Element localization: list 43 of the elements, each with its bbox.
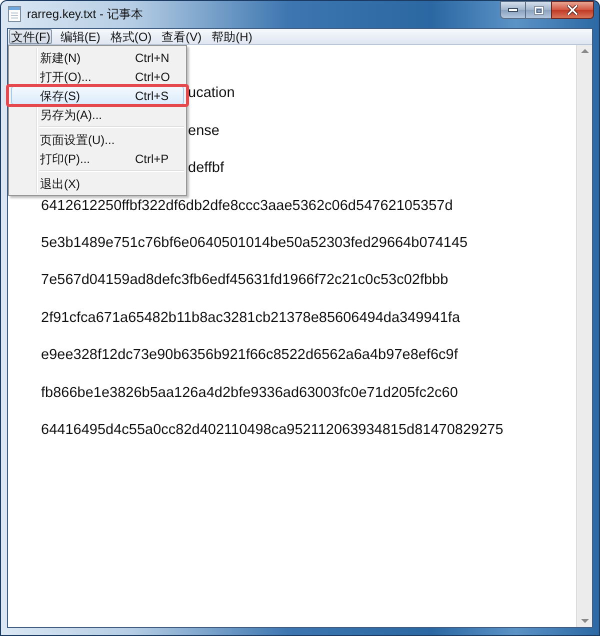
text-line: deffbf <box>188 161 224 176</box>
text-line: e9ee328f12dc73e90b6356b921f66c8522d6562a6a4b97e8ef6c9f <box>41 348 458 363</box>
shortcut-label: Ctrl+N <box>135 50 170 66</box>
close-icon <box>567 5 578 15</box>
shortcut-label: Ctrl+P <box>135 150 169 168</box>
menu-item-label: 打印(P)... <box>40 150 91 168</box>
maximize-button[interactable] <box>526 1 551 19</box>
window-title: rarreg.key.txt - 记事本 <box>27 6 143 23</box>
menu-item[interactable]: 新建(N) Ctrl+N <box>11 48 184 67</box>
vertical-scrollbar[interactable] <box>576 45 592 627</box>
menu-item[interactable]: 另存为(A)... <box>11 105 184 124</box>
notepad-icon <box>8 6 21 22</box>
scroll-down-arrow-icon[interactable] <box>580 619 588 623</box>
maximize-icon <box>534 6 544 14</box>
menu-item-label: 退出(X) <box>40 176 81 192</box>
text-line: 5e3b1489e751c76bf6e0640501014be50a52303fed29664b074145 <box>41 236 468 250</box>
text-line: fb866be1e3826b5aa126a4d2bfe9336ad63003fc0e71d205fc2c60 <box>41 386 458 400</box>
menu-item[interactable]: 页面设置(U)... <box>11 130 184 149</box>
menu-bar-item[interactable]: 文件(F) <box>9 29 52 44</box>
menu-item-label: 新建(N) <box>40 50 82 66</box>
close-button[interactable] <box>551 1 594 19</box>
shortcut-label: Ctrl+O <box>135 68 170 86</box>
menu-bar-item[interactable]: 查看(V) <box>160 29 204 44</box>
text-line: ense <box>188 124 220 138</box>
menu-bar-item[interactable]: 编辑(E) <box>58 29 102 44</box>
text-line: 64416495d4c55a0cc82d402110498ca952112063934815d81470829275 <box>41 422 504 438</box>
text-line: 2f91cfca671a65482b11b8ac3281cb21378e85606494da349941fa <box>41 310 460 326</box>
shortcut-label: Ctrl+S <box>135 88 169 104</box>
text-line: 7e567d04159ad8defc3fb6edf45631fd1966f72c21c0c53c02fbbb <box>41 273 448 288</box>
menu-item[interactable]: 打印(P)... Ctrl+P <box>11 149 184 168</box>
menu-item-label: 另存为(A)... <box>40 106 103 124</box>
minimize-icon <box>508 8 518 12</box>
menu-item-label: 页面设置(U)... <box>40 132 116 148</box>
menu-item[interactable]: 打开(O)... Ctrl+O <box>11 67 184 86</box>
text-line: ucation <box>188 86 235 101</box>
minimize-button[interactable] <box>500 1 526 19</box>
menu-bar-item[interactable]: 帮助(H) <box>210 29 254 44</box>
menu-bar-item[interactable]: 格式(O) <box>108 29 154 44</box>
menu-item[interactable]: 退出(X) <box>11 174 184 193</box>
menu-item-label: 打开(O)... <box>40 68 92 86</box>
menu-item-label: 保存(S) <box>40 88 81 104</box>
text-line: 6412612250ffbf322df6db2dfe8ccc3aae5362c06d54762105357d <box>41 198 453 214</box>
scroll-up-arrow-icon[interactable] <box>580 49 588 53</box>
